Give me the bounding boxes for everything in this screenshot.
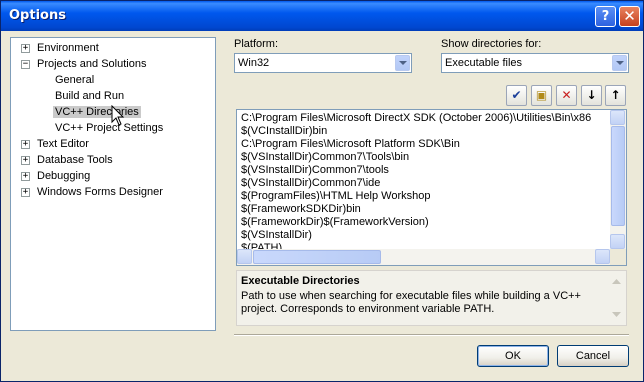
dropdown-arrow-icon[interactable] xyxy=(395,55,410,71)
tree-item-label: VC++ Directories xyxy=(53,106,141,118)
description-body: Path to use when searching for executabl… xyxy=(241,290,581,315)
scrollbar-corner xyxy=(610,249,626,265)
cancel-button[interactable]: Cancel xyxy=(557,345,629,367)
vertical-scrollbar[interactable] xyxy=(610,110,626,249)
tree-item-label: Text Editor xyxy=(37,138,89,150)
list-item[interactable]: $(FrameworkDir)$(FrameworkVersion) xyxy=(241,216,429,229)
list-item[interactable]: $(VSInstallDir)Common7\tools xyxy=(241,164,389,177)
scroll-up-icon[interactable] xyxy=(610,110,625,125)
list-item[interactable]: $(VSInstallDir) xyxy=(241,229,312,242)
tree-item-label: Build and Run xyxy=(55,90,125,102)
list-item[interactable]: $(VSInstallDir)Common7\ide xyxy=(241,177,380,190)
move-up-button[interactable]: ↑ xyxy=(605,85,626,106)
tree-item-label: Windows Forms Designer xyxy=(37,186,163,198)
check-icon: ✔ xyxy=(511,88,522,102)
description-panel: Executable Directories Path to use when … xyxy=(236,270,627,326)
show-directories-label: Show directories for: xyxy=(441,38,542,50)
list-item[interactable]: $(VCInstallDir)bin xyxy=(241,125,327,138)
expand-plus-icon[interactable]: + xyxy=(21,44,30,53)
show-directories-value: Executable files xyxy=(445,57,523,69)
scroll-right-icon[interactable] xyxy=(595,249,610,264)
platform-value: Win32 xyxy=(238,57,270,69)
list-item[interactable]: C:\Program Files\Microsoft Platform SDK\… xyxy=(241,138,460,151)
scroll-left-icon[interactable] xyxy=(237,249,252,264)
new-line-button[interactable]: ▣ xyxy=(531,85,552,106)
tree-item-general[interactable]: General xyxy=(53,72,96,88)
help-button[interactable]: ? xyxy=(595,6,616,27)
tree-item-label: Projects and Solutions xyxy=(37,58,147,70)
list-item[interactable]: $(FrameworkSDKDir)bin xyxy=(241,203,361,216)
delete-button[interactable]: ✕ xyxy=(556,85,577,106)
tree-item-label: Environment xyxy=(37,42,99,54)
ok-button[interactable]: OK xyxy=(477,345,549,367)
expand-plus-icon[interactable]: + xyxy=(21,188,30,197)
tree-item-label: VC++ Project Settings xyxy=(55,122,164,134)
arrow-down-icon: ↓ xyxy=(586,88,597,102)
separator xyxy=(234,334,629,336)
window-title: Options xyxy=(9,8,66,23)
platform-select[interactable]: Win32 xyxy=(234,53,412,73)
list-item[interactable]: $(VSInstallDir)Common7\Tools\bin xyxy=(241,151,409,164)
options-dialog: Options ? ✕ + Environment − Projects and… xyxy=(0,0,644,382)
collapse-minus-icon[interactable]: − xyxy=(21,60,30,69)
expand-plus-icon[interactable]: + xyxy=(21,140,30,149)
new-folder-icon: ▣ xyxy=(535,88,548,102)
description-title: Executable Directories xyxy=(241,275,360,287)
options-tree[interactable]: + Environment − Projects and Solutions G… xyxy=(10,37,216,331)
mouse-pointer-icon xyxy=(111,105,125,126)
tree-item-label: Debugging xyxy=(37,170,91,182)
list-item[interactable]: C:\Program Files\Microsoft DirectX SDK (… xyxy=(241,112,591,125)
move-down-button[interactable]: ↓ xyxy=(581,85,602,106)
list-item[interactable]: $(ProgramFiles)\HTML Help Workshop xyxy=(241,190,431,203)
directories-list[interactable]: C:\Program Files\Microsoft DirectX SDK (… xyxy=(236,109,627,266)
expand-plus-icon[interactable]: + xyxy=(21,156,30,165)
scroll-down-icon[interactable] xyxy=(610,234,625,249)
title-bar[interactable]: Options ? ✕ xyxy=(1,1,643,31)
description-scrollbar[interactable] xyxy=(609,273,624,323)
close-button[interactable]: ✕ xyxy=(619,6,640,27)
expand-plus-icon[interactable]: + xyxy=(21,172,30,181)
check-button[interactable]: ✔ xyxy=(506,85,527,106)
tree-item-label: General xyxy=(55,74,95,86)
show-directories-select[interactable]: Executable files xyxy=(441,53,629,73)
tree-item-build-and-run[interactable]: Build and Run xyxy=(53,88,126,104)
horizontal-scrollbar[interactable] xyxy=(237,249,610,265)
tree-item-label: Database Tools xyxy=(37,154,113,166)
platform-label: Platform: xyxy=(234,38,279,50)
tree-item-vcpp-directories[interactable]: VC++ Directories xyxy=(53,104,141,120)
delete-icon: ✕ xyxy=(561,88,572,102)
horizontal-scroll-thumb[interactable] xyxy=(253,250,381,264)
arrow-up-icon: ↑ xyxy=(610,88,621,102)
vertical-scroll-thumb[interactable] xyxy=(611,126,625,226)
tree-item-vcpp-project-settings[interactable]: VC++ Project Settings xyxy=(53,120,165,136)
dropdown-arrow-icon[interactable] xyxy=(612,55,627,71)
